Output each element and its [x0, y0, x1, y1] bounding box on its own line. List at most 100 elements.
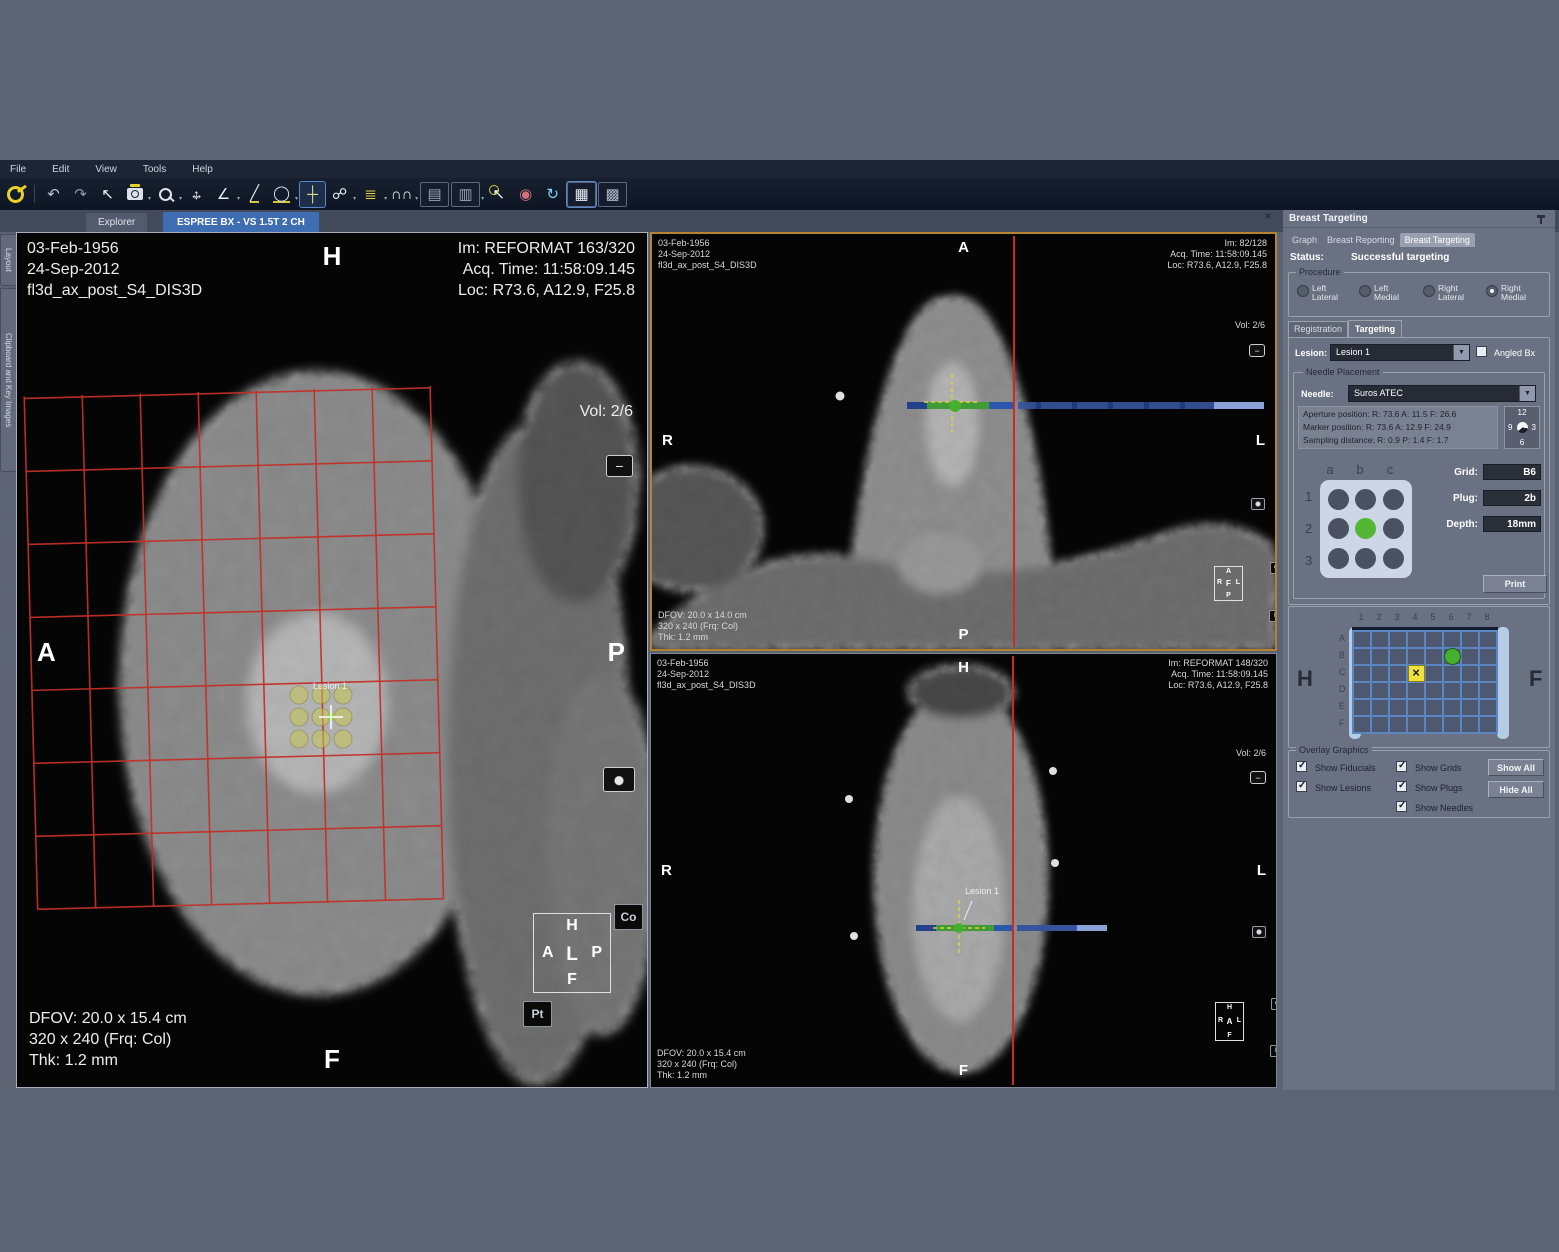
grid-map-cell[interactable]	[1353, 648, 1371, 665]
grid-layout-icon[interactable]: ▦	[567, 182, 596, 207]
grid-map-cell[interactable]	[1479, 682, 1497, 699]
collapse-button[interactable]: −	[606, 455, 633, 477]
zoom-magnifier-icon[interactable]	[153, 182, 178, 207]
grid-field-value[interactable]: B6	[1483, 464, 1541, 480]
grid-map-cell[interactable]	[1479, 631, 1497, 648]
chevron-down-icon[interactable]: ▼	[1453, 345, 1469, 360]
pointer-target-icon[interactable]: ↖	[486, 182, 511, 207]
procedure-option[interactable]: Left Lateral	[1297, 284, 1348, 302]
image-thumb-2-icon[interactable]: ▥	[451, 182, 480, 207]
grid-map-cell[interactable]	[1425, 665, 1443, 682]
grid-map-cell[interactable]	[1407, 716, 1425, 733]
show-needles-checkbox[interactable]	[1396, 801, 1407, 812]
grid-map-cell[interactable]	[1389, 648, 1407, 665]
grid-map-cell[interactable]	[1407, 682, 1425, 699]
menu-help[interactable]: Help	[192, 164, 213, 175]
grid-map-cell[interactable]	[1443, 699, 1461, 716]
undo-icon[interactable]: ↶	[41, 182, 66, 207]
camera-icon[interactable]	[1252, 926, 1266, 938]
angled-bx-checkbox[interactable]	[1476, 346, 1487, 357]
plug-cell-1c[interactable]	[1383, 489, 1404, 510]
grid-map-cell[interactable]	[1371, 665, 1389, 682]
procedure-option[interactable]: Right Medial	[1486, 284, 1537, 302]
grid-map-cell[interactable]	[1389, 682, 1407, 699]
dropdown-arrow-icon[interactable]: ▾	[353, 195, 356, 202]
grid-map-cell[interactable]	[1461, 648, 1479, 665]
tab-graph[interactable]: Graph	[1287, 233, 1322, 247]
pan-icon[interactable]	[184, 182, 209, 207]
procedure-option[interactable]: Left Medial	[1359, 284, 1410, 302]
grid-map-cell[interactable]	[1425, 682, 1443, 699]
plug-cell-1b[interactable]	[1355, 489, 1376, 510]
grid-map-cell[interactable]	[1425, 631, 1443, 648]
grid-map-cell[interactable]	[1389, 699, 1407, 716]
grid-map-cell[interactable]	[1479, 716, 1497, 733]
grid-map-cell[interactable]	[1479, 648, 1497, 665]
menu-tools[interactable]: Tools	[143, 164, 166, 175]
viewport-sagittal[interactable]: 03-Feb-195624-Sep-2012fl3d_ax_post_S4_DI…	[16, 232, 648, 1088]
tab-breast-targeting[interactable]: Breast Targeting	[1400, 233, 1475, 247]
sync-icon[interactable]: ↻	[540, 182, 565, 207]
show-plugs-checkbox[interactable]	[1396, 781, 1407, 792]
show-grids-checkbox[interactable]	[1396, 761, 1407, 772]
redo-icon[interactable]: ↷	[68, 182, 93, 207]
grid-map-cell[interactable]	[1461, 631, 1479, 648]
side-tab-layout[interactable]: Layout	[0, 234, 17, 286]
grid-map-cell[interactable]	[1371, 716, 1389, 733]
grid-map-cell[interactable]	[1443, 665, 1461, 682]
grid-map-cell[interactable]	[1461, 682, 1479, 699]
dropdown-arrow-icon[interactable]: ▾	[179, 195, 182, 202]
radio-right-medial[interactable]	[1486, 285, 1498, 297]
grid-map-cell[interactable]	[1407, 648, 1425, 665]
dropdown-arrow-icon[interactable]: ▾	[295, 195, 298, 202]
side-tab-clipboard[interactable]: Clipboard and Key Images	[0, 288, 17, 472]
dropdown-arrow-icon[interactable]: ▾	[237, 195, 240, 202]
tab-study[interactable]: ESPREE BX - VS 1.5T 2 CH	[163, 212, 319, 232]
grid-map-cell[interactable]	[1353, 631, 1371, 648]
print-button[interactable]: Print	[1483, 575, 1547, 593]
grid-map-cell[interactable]	[1425, 699, 1443, 716]
grid-map-cell[interactable]	[1407, 699, 1425, 716]
co-button[interactable]: Co	[614, 904, 643, 930]
show-lesions-checkbox[interactable]	[1296, 781, 1307, 792]
grid-map-cell[interactable]	[1371, 631, 1389, 648]
tab-breast-reporting[interactable]: Breast Reporting	[1322, 233, 1400, 247]
menu-file[interactable]: File	[10, 164, 26, 175]
tab-targeting[interactable]: Targeting	[1348, 320, 1402, 338]
grid-map-cell[interactable]	[1371, 699, 1389, 716]
camera-icon[interactable]	[1251, 498, 1265, 510]
angle-measure-icon[interactable]: ∠	[211, 182, 236, 207]
grid-map-cell[interactable]	[1479, 699, 1497, 716]
grid-map-cells[interactable]	[1352, 630, 1498, 734]
grid-map-cell[interactable]	[1443, 631, 1461, 648]
grid-map-cell[interactable]	[1353, 699, 1371, 716]
tab-registration[interactable]: Registration	[1288, 321, 1348, 338]
grid-map-cell[interactable]	[1353, 665, 1371, 682]
needle-dropdown[interactable]: Suros ATEC ▼	[1348, 385, 1536, 402]
viewport-coronal[interactable]: 03-Feb-195624-Sep-2012fl3d_ax_post_S4_DI…	[650, 232, 1277, 651]
viewport-axial[interactable]: 03-Feb-195624-Sep-2012fl3d_ax_post_S4_DI…	[650, 653, 1277, 1088]
grid-map-cell[interactable]	[1353, 716, 1371, 733]
radio-left-lateral[interactable]	[1297, 285, 1309, 297]
show-fiducials-checkbox[interactable]	[1296, 761, 1307, 772]
collapse-button[interactable]: −	[1249, 344, 1265, 357]
grid-map-cell[interactable]	[1461, 716, 1479, 733]
pin-icon[interactable]	[1537, 215, 1545, 218]
dropdown-arrow-icon[interactable]: ▾	[481, 195, 484, 202]
screenshot-camera-icon[interactable]	[122, 182, 147, 207]
spine-icon[interactable]: ≣	[358, 182, 383, 207]
image-thumb-1-icon[interactable]: ▤	[420, 182, 449, 207]
select-pointer-icon[interactable]: ↖	[95, 182, 120, 207]
pt-button[interactable]: Pt	[1269, 610, 1277, 622]
dropdown-arrow-icon[interactable]: ▾	[148, 195, 151, 202]
grid-map-cell[interactable]	[1371, 682, 1389, 699]
grid-map-cell[interactable]	[1353, 682, 1371, 699]
depth-field-value[interactable]: 18mm	[1483, 516, 1541, 532]
grid-map-cell[interactable]	[1479, 665, 1497, 682]
plug-cell-1a[interactable]	[1328, 489, 1349, 510]
tab-explorer[interactable]: Explorer	[86, 213, 147, 232]
plug-cell-2c[interactable]	[1383, 518, 1404, 539]
key-tool-icon[interactable]	[3, 182, 28, 207]
menu-edit[interactable]: Edit	[52, 164, 69, 175]
grid-map-cell[interactable]	[1425, 648, 1443, 665]
